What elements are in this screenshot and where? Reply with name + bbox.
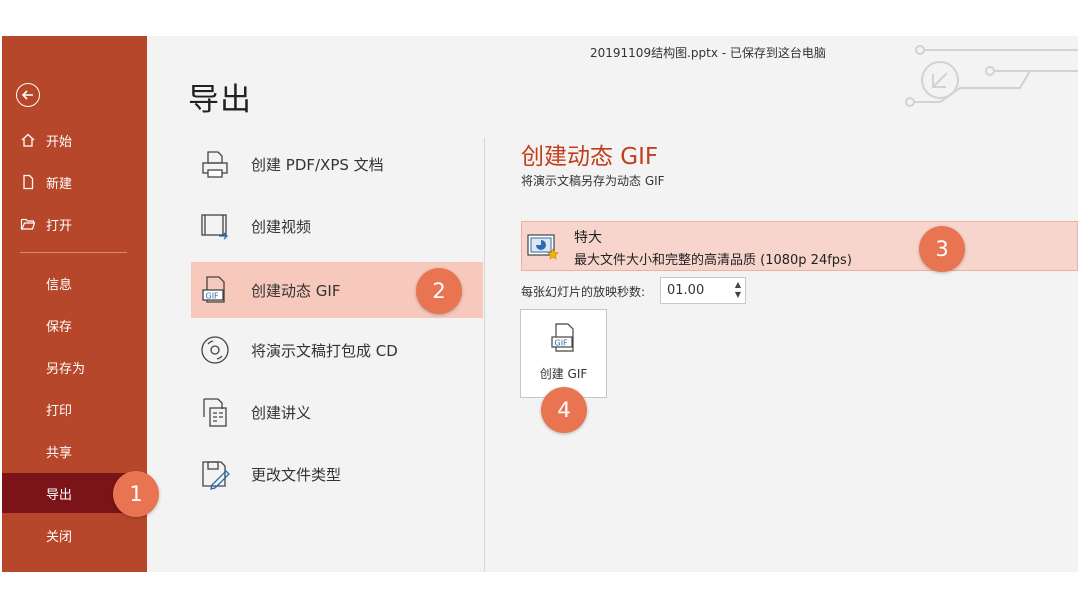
- sidebar-item-open[interactable]: 打开: [2, 206, 147, 242]
- home-icon: [20, 132, 36, 148]
- sidebar-item-print[interactable]: 打印: [2, 391, 147, 427]
- sidebar-item-label: 开始: [46, 134, 73, 150]
- export-option-label: 更改文件类型: [251, 465, 342, 484]
- gif-section-description: 将演示文稿另存为动态 GIF: [521, 174, 665, 188]
- quality-detail: 最大文件大小和完整的高清品质 (1080p 24fps): [574, 253, 852, 268]
- step-badge-3: 3: [919, 226, 965, 272]
- export-option-label: 创建 PDF/XPS 文档: [251, 155, 384, 174]
- quality-dropdown[interactable]: 特大 最大文件大小和完整的高清品质 (1080p 24fps): [521, 221, 1078, 271]
- create-gif-button-label: 创建 GIF: [539, 367, 588, 381]
- new-document-icon: [20, 174, 36, 190]
- back-arrow-icon[interactable]: [16, 83, 40, 107]
- sidebar-item-share[interactable]: 共享: [2, 433, 147, 469]
- panel-divider: [484, 138, 485, 572]
- sidebar-item-label: 打开: [46, 218, 73, 234]
- step-badge-1: 1: [113, 471, 159, 517]
- svg-text:GIF: GIF: [555, 339, 569, 348]
- sidebar-item-close[interactable]: 关闭: [2, 517, 147, 553]
- export-option-video[interactable]: 创建视频: [191, 198, 483, 254]
- video-film-icon: [197, 208, 233, 244]
- sidebar-item-save-as[interactable]: 另存为: [2, 349, 147, 385]
- export-option-cd[interactable]: 将演示文稿打包成 CD: [191, 322, 483, 378]
- gif-file-icon: GIF: [197, 272, 233, 308]
- export-option-label: 将演示文稿打包成 CD: [251, 341, 398, 360]
- circuit-decoration-icon: [905, 45, 1078, 107]
- export-option-label: 创建动态 GIF: [251, 281, 341, 300]
- pdf-printer-icon: [197, 146, 233, 182]
- export-option-label: 创建视频: [251, 217, 312, 236]
- sidebar-divider: [20, 252, 127, 253]
- sidebar-item-label: 共享: [46, 445, 73, 461]
- folder-open-icon: [20, 216, 36, 232]
- window-file-title: 20191109结构图.pptx - 已保存到这台电脑: [590, 46, 826, 60]
- quality-name: 特大: [574, 230, 602, 246]
- sidebar-item-label: 信息: [46, 277, 73, 293]
- sidebar-item-new[interactable]: 新建: [2, 164, 147, 200]
- quality-star-icon: [527, 234, 559, 260]
- cd-disc-icon: [197, 332, 233, 368]
- backstage-view: [2, 36, 1078, 572]
- export-option-handout[interactable]: 创建讲义: [191, 384, 483, 440]
- sidebar-item-label: 另存为: [46, 361, 86, 377]
- sidebar-item-info[interactable]: 信息: [2, 265, 147, 301]
- export-option-label: 创建讲义: [251, 403, 312, 422]
- gif-section-title: 创建动态 GIF: [521, 144, 659, 170]
- change-file-type-icon: [197, 456, 233, 492]
- sidebar-item-label: 关闭: [46, 529, 73, 545]
- sidebar-item-label: 导出: [46, 487, 73, 503]
- seconds-value[interactable]: 01.00: [667, 283, 704, 298]
- seconds-per-slide-label: 每张幻灯片的放映秒数:: [521, 285, 646, 299]
- page-title: 导出: [188, 82, 252, 118]
- svg-text:GIF: GIF: [206, 292, 220, 301]
- gif-file-icon: GIF: [551, 323, 574, 352]
- sidebar-item-label: 新建: [46, 176, 73, 192]
- sidebar-item-label: 打印: [46, 403, 73, 419]
- export-option-change-type[interactable]: 更改文件类型: [191, 446, 483, 502]
- step-badge-2: 2: [416, 268, 462, 314]
- create-gif-button[interactable]: GIF 创建 GIF: [520, 309, 607, 398]
- export-option-pdf[interactable]: 创建 PDF/XPS 文档: [191, 136, 483, 192]
- seconds-per-slide-stepper[interactable]: 01.00 ▲ ▼: [660, 277, 746, 304]
- sidebar-item-save[interactable]: 保存: [2, 307, 147, 343]
- handout-icon: [197, 394, 233, 430]
- spinner-arrows-icon[interactable]: ▲ ▼: [735, 280, 741, 300]
- sidebar-item-home[interactable]: 开始: [2, 122, 147, 158]
- sidebar-item-label: 保存: [46, 319, 73, 335]
- step-badge-4: 4: [541, 387, 587, 433]
